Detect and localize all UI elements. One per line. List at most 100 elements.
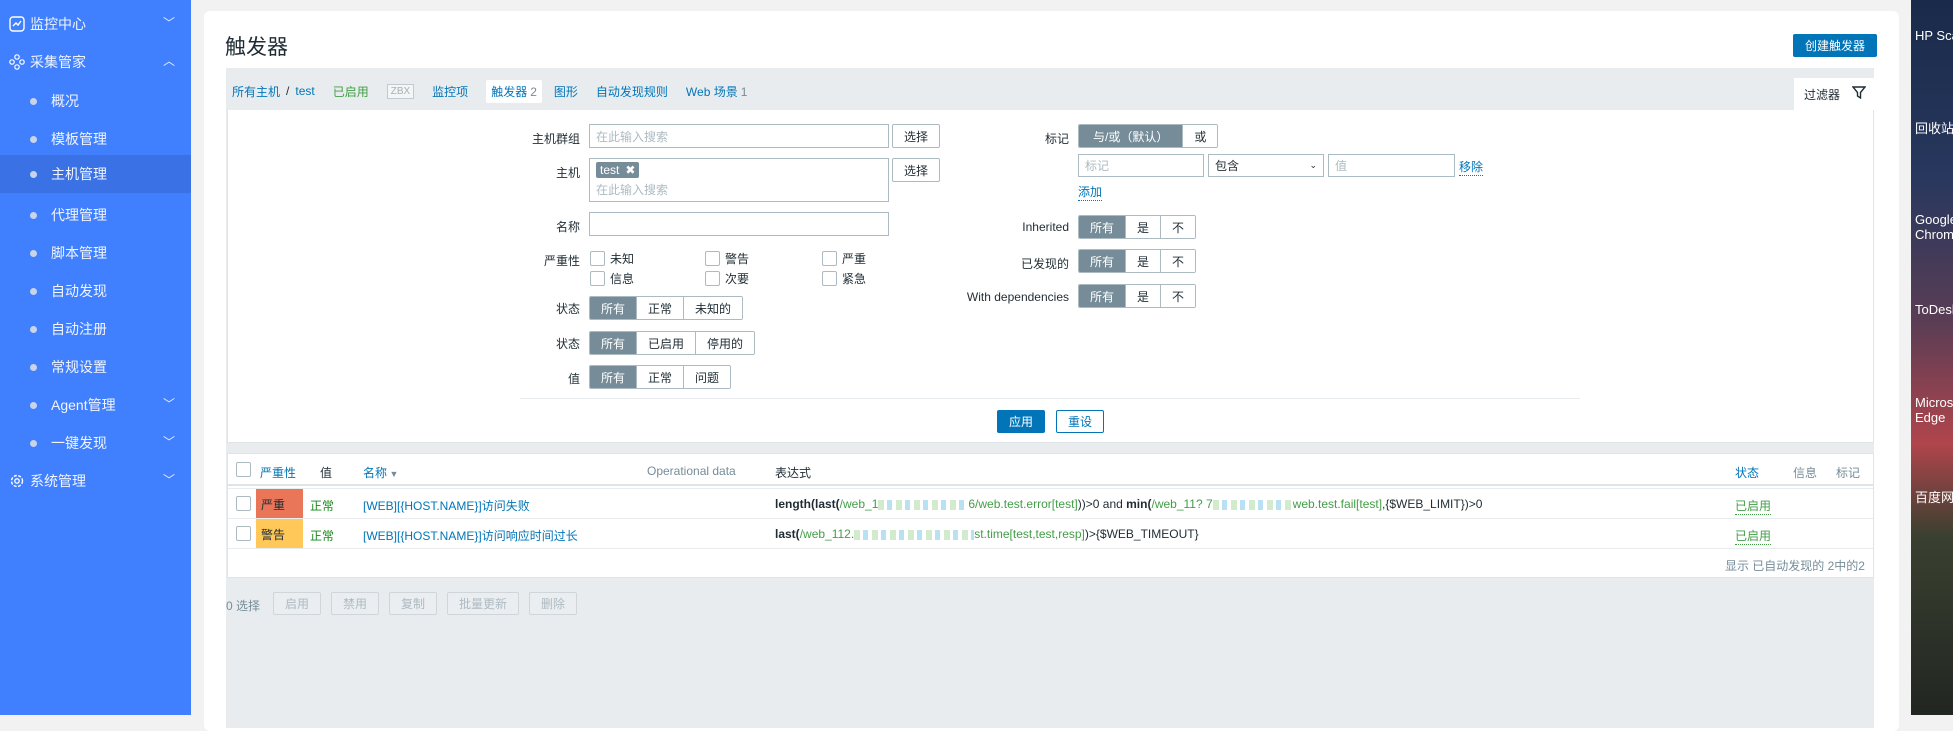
option-all[interactable]: 所有 — [1079, 250, 1126, 272]
reset-button[interactable]: 重设 — [1056, 410, 1104, 433]
desktop-icon-edge[interactable]: Microsoft Edge — [1915, 395, 1953, 425]
sidebar-item-general-settings[interactable]: 常规设置 — [0, 348, 191, 386]
tag-operator-select[interactable]: 包含 ⌄ — [1208, 154, 1324, 177]
desktop-icon-chrome[interactable]: Google Chrome — [1915, 212, 1953, 242]
col-severity[interactable]: 严重性 — [260, 464, 296, 481]
status-toggle[interactable]: 已启用 — [1735, 527, 1772, 545]
severity-disaster[interactable]: 紧急 — [822, 270, 866, 287]
name-input[interactable] — [589, 212, 889, 236]
status-toggle[interactable]: 已启用 — [1735, 497, 1772, 515]
state-option-all[interactable]: 所有 — [590, 297, 637, 319]
col-name[interactable]: 名称 ▼ — [363, 464, 398, 481]
severity-warning[interactable]: 警告 — [705, 250, 749, 267]
severity-not-classified[interactable]: 未知 — [590, 250, 634, 267]
checkbox[interactable] — [822, 271, 837, 286]
severity-information[interactable]: 信息 — [590, 270, 634, 287]
option-all[interactable]: 所有 — [1079, 216, 1126, 238]
sidebar-item-proxies[interactable]: 代理管理 — [0, 196, 191, 234]
desktop-icon-todesk[interactable]: ToDesk — [1915, 302, 1953, 317]
mass-update-button[interactable]: 批量更新 — [447, 592, 519, 615]
sidebar-item-collection[interactable]: 采集管家 ︿ — [0, 43, 191, 81]
inherited-segmented[interactable]: 所有是不 — [1078, 215, 1197, 239]
sidebar-item-agent[interactable]: Agent管理 ﹀ — [0, 386, 191, 424]
tab-triggers[interactable]: 触发器 2 — [486, 79, 542, 103]
expr-item-link[interactable]: /web_112. — [800, 527, 855, 541]
filter-tab[interactable]: 过滤器 — [1794, 78, 1874, 110]
expr-item-link[interactable]: 6/web.test.error[test] — [968, 497, 1077, 511]
delete-button[interactable]: 删除 — [529, 592, 577, 615]
option-yes[interactable]: 是 — [1125, 285, 1161, 307]
dependencies-segmented[interactable]: 所有是不 — [1078, 284, 1197, 308]
checkbox[interactable] — [705, 271, 720, 286]
sidebar-item-one-click-discovery[interactable]: 一键发现 ﹀ — [0, 424, 191, 462]
host-select-button[interactable]: 选择 — [892, 158, 940, 182]
value-option-ok[interactable]: 正常 — [636, 366, 684, 388]
tab-discovery-rules[interactable]: 自动发现规则 — [596, 83, 668, 100]
remove-tag-link[interactable]: 移除 — [1459, 158, 1484, 176]
select-all-checkbox[interactable] — [236, 462, 251, 477]
option-no[interactable]: 不 — [1160, 216, 1196, 238]
sidebar-item-discovery[interactable]: 自动发现 — [0, 272, 191, 310]
severity-high[interactable]: 严重 — [822, 250, 866, 267]
sidebar-item-templates[interactable]: 模板管理 — [0, 120, 191, 158]
enable-button[interactable]: 启用 — [273, 592, 321, 615]
value-option-all[interactable]: 所有 — [590, 366, 637, 388]
sidebar-item-monitor-center[interactable]: 监控中心 ﹀ — [0, 5, 191, 43]
option-yes[interactable]: 是 — [1125, 250, 1161, 272]
status-option-enabled[interactable]: 已启用 — [636, 332, 696, 354]
state-option-normal[interactable]: 正常 — [636, 297, 684, 319]
remove-tag-icon[interactable]: ✖ — [625, 163, 635, 177]
checkbox[interactable] — [590, 251, 605, 266]
option-all[interactable]: 所有 — [1079, 285, 1126, 307]
status-option-disabled[interactable]: 停用的 — [695, 332, 755, 354]
tab-items[interactable]: 监控项 — [432, 83, 468, 100]
state-segmented[interactable]: 所有 正常 未知的 — [589, 296, 744, 320]
disable-button[interactable]: 禁用 — [331, 592, 379, 615]
option-yes[interactable]: 是 — [1125, 216, 1161, 238]
checkbox[interactable] — [590, 271, 605, 286]
trigger-name-link[interactable]: [WEB][{HOST.NAME}]访问响应时间过长 — [363, 527, 578, 544]
breadcrumb-host[interactable]: test — [295, 84, 314, 98]
state-option-unknown[interactable]: 未知的 — [683, 297, 743, 319]
discovered-segmented[interactable]: 所有是不 — [1078, 249, 1197, 273]
value-segmented[interactable]: 所有 正常 问题 — [589, 365, 732, 389]
tab-graphs[interactable]: 图形 — [554, 83, 578, 100]
expr-item-link[interactable]: /web_1 — [840, 497, 879, 511]
breadcrumb-all-hosts[interactable]: 所有主机 — [232, 83, 280, 100]
checkbox[interactable] — [705, 251, 720, 266]
host-status[interactable]: 已启用 — [333, 83, 369, 100]
tags-option-and-or[interactable]: 与/或（默认） — [1079, 125, 1183, 147]
desktop-icon-recycle-bin[interactable]: 回收站 — [1915, 118, 1953, 137]
status-segmented[interactable]: 所有 已启用 停用的 — [589, 331, 756, 355]
desktop-icon-baidu-netdisk[interactable]: 百度网盘 — [1915, 487, 1953, 506]
sidebar-item-overview[interactable]: 概况 — [0, 82, 191, 120]
tag-name-input[interactable]: 标记 — [1078, 154, 1204, 177]
trigger-name-link[interactable]: [WEB][{HOST.NAME}]访问失败 — [363, 497, 530, 514]
expr-item-link[interactable]: st.time[test,test,resp] — [974, 527, 1085, 541]
apply-button[interactable]: 应用 — [997, 410, 1045, 433]
row-checkbox[interactable] — [236, 526, 251, 541]
add-tag-link[interactable]: 添加 — [1078, 183, 1103, 201]
tag-value-input[interactable]: 值 — [1328, 154, 1455, 177]
sidebar-item-autoregistration[interactable]: 自动注册 — [0, 310, 191, 348]
create-trigger-button[interactable]: 创建触发器 — [1793, 34, 1877, 57]
expr-item-link[interactable]: web.test.fail[test] — [1293, 497, 1382, 511]
host-input[interactable]: test ✖ 在此输入搜索 — [589, 158, 889, 202]
expr-item-link[interactable]: /web_11? 7 — [1151, 497, 1212, 511]
status-option-all[interactable]: 所有 — [590, 332, 637, 354]
col-status[interactable]: 状态 — [1735, 464, 1759, 481]
sidebar-item-hosts[interactable]: 主机管理 — [0, 155, 191, 193]
checkbox[interactable] — [822, 251, 837, 266]
sidebar-item-scripts[interactable]: 脚本管理 — [0, 234, 191, 272]
severity-average[interactable]: 次要 — [705, 270, 749, 287]
tags-eval-segmented[interactable]: 与/或（默认）或 — [1078, 124, 1219, 148]
desktop-icon-hp-scan[interactable]: HP Scan — [1915, 28, 1953, 43]
value-option-problem[interactable]: 问题 — [683, 366, 731, 388]
copy-button[interactable]: 复制 — [389, 592, 437, 615]
host-group-input[interactable]: 在此输入搜索 — [589, 124, 889, 148]
sidebar-item-system[interactable]: 系统管理 ﹀ — [0, 462, 191, 500]
tags-option-or[interactable]: 或 — [1182, 125, 1218, 147]
option-no[interactable]: 不 — [1160, 285, 1196, 307]
tab-web-scenarios[interactable]: Web 场景 1 — [686, 83, 747, 100]
option-no[interactable]: 不 — [1160, 250, 1196, 272]
